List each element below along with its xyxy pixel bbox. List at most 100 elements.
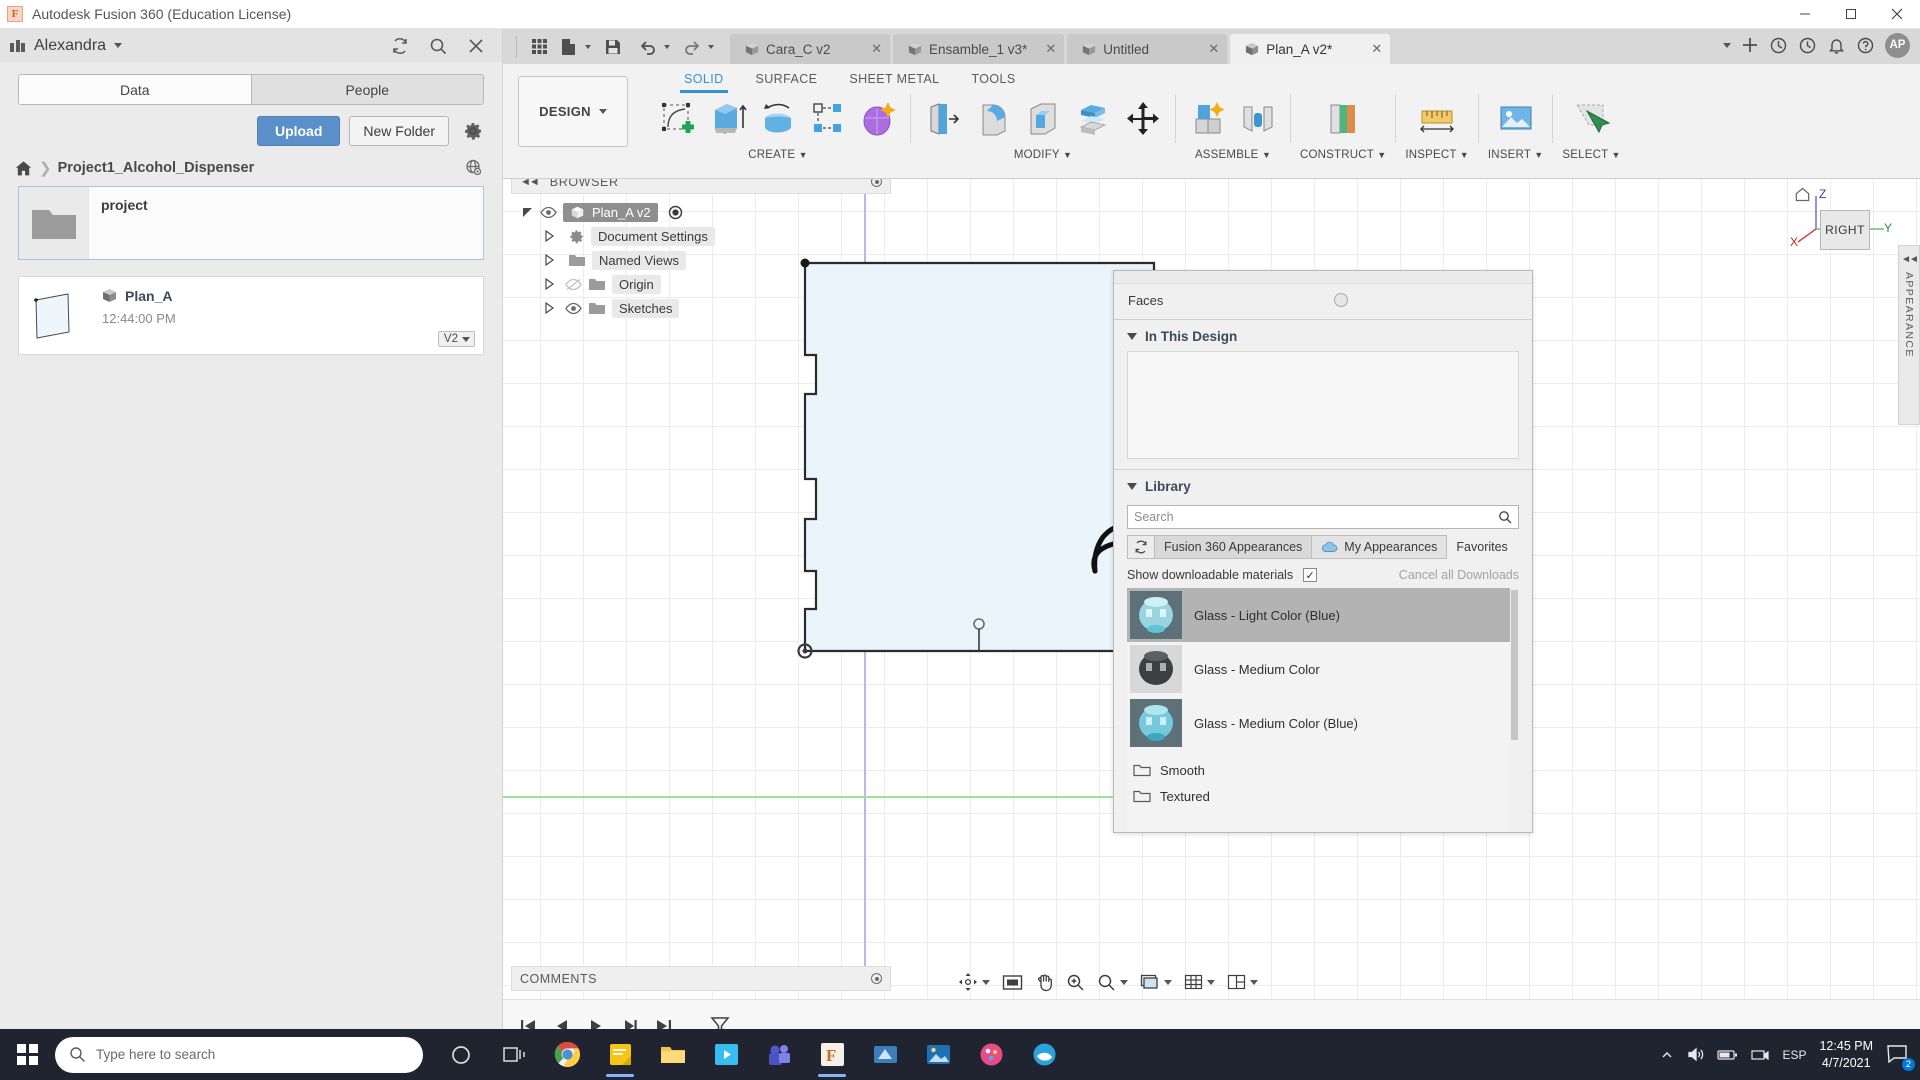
- library-scrollbar[interactable]: [1510, 588, 1519, 832]
- upload-button[interactable]: Upload: [257, 116, 340, 146]
- search-icon[interactable]: [1498, 510, 1512, 524]
- move-copy-icon[interactable]: [1120, 94, 1166, 144]
- pattern-icon[interactable]: [805, 94, 851, 144]
- version-badge[interactable]: V2: [438, 331, 475, 347]
- cortana-icon[interactable]: [437, 1032, 485, 1078]
- new-file-icon[interactable]: [555, 33, 582, 60]
- material-row[interactable]: Glass - Medium Color: [1127, 642, 1519, 696]
- home-icon[interactable]: [14, 159, 33, 178]
- joint-icon[interactable]: [1235, 94, 1281, 144]
- network-icon[interactable]: [1751, 1048, 1769, 1062]
- language-indicator[interactable]: ESP: [1782, 1048, 1806, 1062]
- appearance-side-strip[interactable]: ◄◄ APPEARANCE: [1898, 245, 1920, 425]
- avatar[interactable]: AP: [1885, 33, 1910, 58]
- shell-icon[interactable]: [1020, 94, 1066, 144]
- file-explorer-icon[interactable]: [649, 1032, 697, 1078]
- breadcrumb-project[interactable]: Project1_Alcohol_Dispenser: [58, 160, 255, 176]
- chrome-icon[interactable]: [543, 1032, 591, 1078]
- document-tab-active[interactable]: Plan_A v2* ✕: [1230, 34, 1390, 64]
- chevron-up-icon[interactable]: [1660, 1048, 1674, 1062]
- display-settings-icon[interactable]: [1135, 969, 1177, 995]
- view-cube-face-right[interactable]: RIGHT: [1820, 210, 1870, 250]
- tab-sheet-metal[interactable]: SHEET METAL: [833, 70, 955, 91]
- visibility-eye-icon[interactable]: [565, 302, 582, 315]
- fillet-icon[interactable]: [970, 94, 1016, 144]
- tab-surface[interactable]: SURFACE: [740, 70, 834, 91]
- tab-my-appearances[interactable]: My Appearances: [1312, 535, 1447, 559]
- browser-item-sketches[interactable]: Sketches: [521, 296, 891, 320]
- maximize-button[interactable]: [1828, 0, 1874, 29]
- close-button[interactable]: [1874, 0, 1920, 29]
- visibility-eye-icon[interactable]: [540, 206, 557, 219]
- teams-icon[interactable]: [755, 1032, 803, 1078]
- paint3d-icon[interactable]: [967, 1032, 1015, 1078]
- extrude-icon[interactable]: [705, 94, 751, 144]
- browser-options-icon[interactable]: [871, 179, 882, 187]
- library-search-input[interactable]: Search: [1127, 505, 1519, 529]
- measure-icon[interactable]: [1414, 94, 1460, 144]
- tab-fusion-360-appearances[interactable]: Fusion 360 Appearances: [1155, 535, 1312, 559]
- media-player-icon[interactable]: [702, 1032, 750, 1078]
- start-button[interactable]: [0, 1029, 55, 1080]
- dialog-drag-handle[interactable]: [1114, 271, 1532, 284]
- minimize-button[interactable]: [1782, 0, 1828, 29]
- zoom-icon[interactable]: [1061, 969, 1090, 995]
- browser-item-origin[interactable]: Origin: [521, 272, 891, 296]
- chevron-down-icon[interactable]: [1723, 43, 1731, 48]
- tab-solid[interactable]: SOLID: [668, 70, 740, 91]
- browser-item-named-views[interactable]: Named Views: [521, 248, 891, 272]
- appearance-library-list[interactable]: Glass - Light Color (Blue) Glass - Mediu…: [1127, 588, 1519, 832]
- insert-canvas-icon[interactable]: [1493, 94, 1539, 144]
- chevron-down-icon[interactable]: [114, 43, 122, 48]
- plus-icon[interactable]: [1741, 36, 1759, 54]
- battery-icon[interactable]: [1717, 1048, 1738, 1061]
- ribbon-group-label[interactable]: INSERT ▼: [1488, 149, 1543, 161]
- clock[interactable]: 12:45 PM 4/7/2021: [1819, 1038, 1873, 1072]
- job-status-icon[interactable]: [1769, 36, 1788, 55]
- ribbon-group-label[interactable]: MODIFY ▼: [1014, 149, 1072, 161]
- ribbon-group-label[interactable]: ASSEMBLE ▼: [1195, 149, 1271, 161]
- grid-snap-icon[interactable]: [1179, 969, 1220, 995]
- history-icon[interactable]: [1798, 36, 1817, 55]
- library-header[interactable]: Library: [1114, 470, 1532, 501]
- app-grid-icon[interactable]: [526, 33, 553, 60]
- volume-icon[interactable]: [1687, 1047, 1704, 1062]
- task-view-icon[interactable]: [490, 1032, 538, 1078]
- offset-face-icon[interactable]: [1070, 94, 1116, 144]
- undo-icon[interactable]: [634, 33, 661, 60]
- select-icon[interactable]: [1568, 94, 1614, 144]
- tab-data[interactable]: Data: [19, 75, 251, 104]
- visibility-eye-off-icon[interactable]: [565, 278, 582, 291]
- library-folder-row[interactable]: Smooth: [1127, 757, 1519, 783]
- collapse-left-icon[interactable]: ◄◄: [520, 179, 538, 188]
- fit-view-icon[interactable]: [997, 969, 1028, 995]
- pan-icon[interactable]: [1030, 969, 1059, 995]
- view-cube[interactable]: Z Y X RIGHT: [1788, 184, 1898, 279]
- close-panel-icon[interactable]: [466, 36, 486, 56]
- autodesk-icon[interactable]: [861, 1032, 909, 1078]
- in-this-design-list[interactable]: [1127, 351, 1519, 459]
- ribbon-group-label[interactable]: CONSTRUCT ▼: [1300, 149, 1386, 161]
- workspace-selector[interactable]: DESIGN: [518, 76, 628, 147]
- gear-icon[interactable]: [462, 120, 484, 142]
- photos-icon[interactable]: [914, 1032, 962, 1078]
- tab-people[interactable]: People: [251, 75, 484, 104]
- show-downloadable-checkbox[interactable]: ✓: [1303, 568, 1317, 582]
- document-tab[interactable]: Cara_C v2 ✕: [730, 34, 890, 64]
- close-tab-icon[interactable]: ✕: [1033, 41, 1056, 57]
- comments-bar[interactable]: COMMENTS: [511, 966, 891, 991]
- orbit-icon[interactable]: [953, 969, 995, 995]
- globe-icon[interactable]: [464, 158, 484, 178]
- press-pull-icon[interactable]: [920, 94, 966, 144]
- chevron-down-icon[interactable]: [585, 45, 591, 49]
- close-tab-icon[interactable]: ✕: [859, 41, 882, 57]
- comments-options-icon[interactable]: [871, 973, 882, 984]
- folder-item[interactable]: project: [18, 186, 484, 260]
- ribbon-group-label[interactable]: CREATE ▼: [748, 149, 808, 161]
- bell-icon[interactable]: [1827, 36, 1846, 55]
- search-icon[interactable]: [428, 36, 448, 56]
- collapse-right-icon[interactable]: ◄◄: [1901, 254, 1917, 265]
- cancel-all-downloads-button[interactable]: Cancel all Downloads: [1399, 568, 1519, 582]
- create-sketch-icon[interactable]: [655, 94, 701, 144]
- close-tab-icon[interactable]: ✕: [1196, 41, 1219, 57]
